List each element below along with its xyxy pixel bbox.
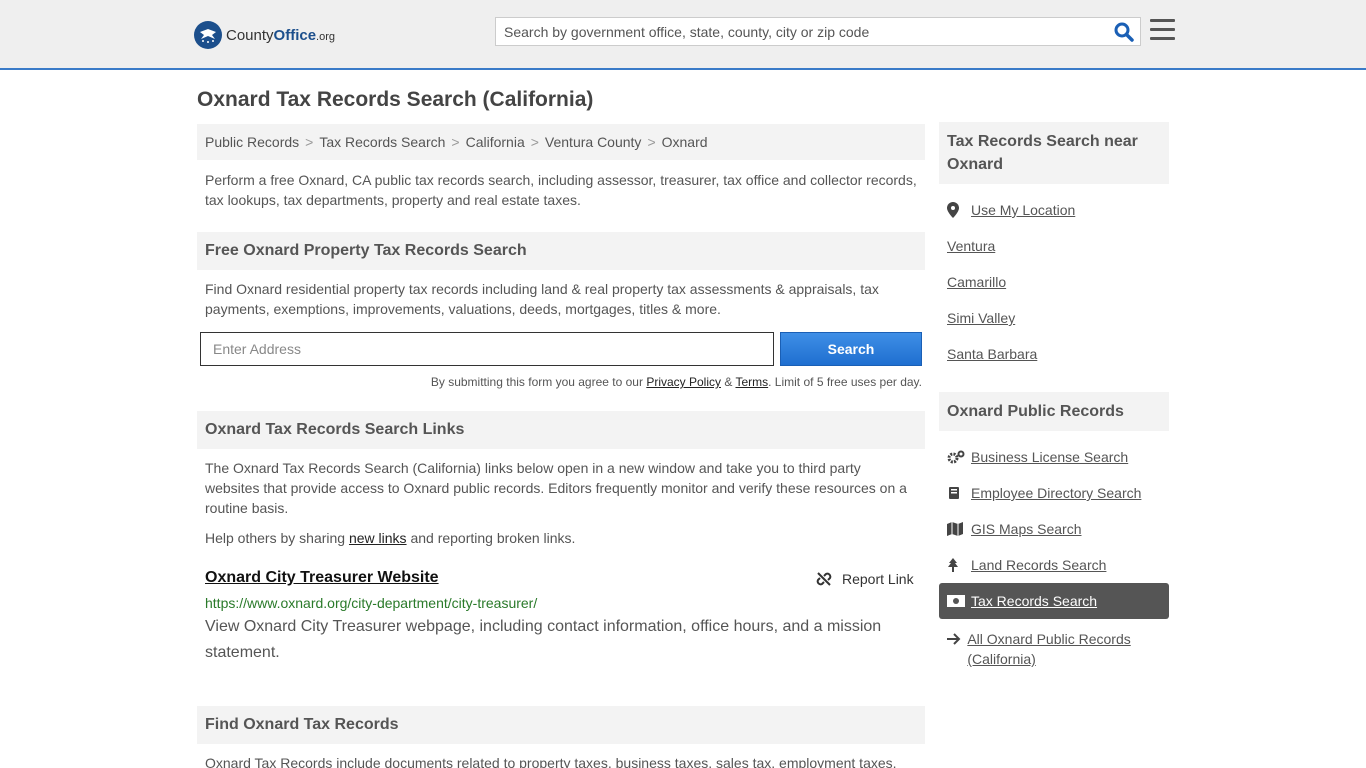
site-logo[interactable]: CountyOffice.org [194,20,335,50]
intro-text: Perform a free Oxnard, CA public tax rec… [205,172,917,208]
privacy-policy-link[interactable]: Privacy Policy [646,375,721,389]
find-section-text: Oxnard Tax Records include documents rel… [205,755,897,768]
breadcrumb-item[interactable]: Oxnard [662,134,708,150]
public-records-heading: Oxnard Public Records [939,392,1169,431]
breadcrumb-item[interactable]: Ventura County [545,134,642,150]
active-sidebar-item: Tax Records Search [939,583,1169,619]
nearby-city-link[interactable]: Simi Valley [947,310,1015,326]
resource-link-description: View Oxnard City Treasurer webpage, incl… [205,618,882,661]
map-icon [947,522,971,536]
site-search-input[interactable] [496,18,1106,45]
employee-directory-link[interactable]: Employee Directory Search [947,485,1141,501]
land-records-link[interactable]: Land Records Search [947,557,1106,573]
broken-link-icon [816,572,832,586]
address-input[interactable] [200,332,774,366]
address-search-button[interactable]: Search [780,332,922,366]
breadcrumb-item[interactable]: Tax Records Search [319,134,445,150]
top-header: CountyOffice.org [0,0,1366,70]
nearby-city-link[interactable]: Camarillo [947,274,1006,290]
terms-link[interactable]: Terms [735,375,768,389]
nearby-city-link[interactable]: Ventura [947,238,995,254]
business-license-link[interactable]: Business License Search [947,449,1128,465]
all-public-records-link[interactable]: All Oxnard Public Records (California) [947,629,1167,669]
logo-eagle-icon [194,21,222,49]
breadcrumb-item[interactable]: California [466,134,525,150]
report-link-button[interactable]: Report Link [816,571,914,587]
breadcrumb-item[interactable]: Public Records [205,134,299,150]
links-section-text: The Oxnard Tax Records Search (Californi… [205,460,907,516]
breadcrumb: Public Records > Tax Records Search > Califo… [197,124,925,160]
map-pin-icon [947,202,971,218]
resource-link-url: https://www.oxnard.org/city-department/c… [205,595,538,611]
money-icon [947,595,971,607]
tax-records-link[interactable]: Tax Records Search [947,593,1097,609]
find-section-heading: Find Oxnard Tax Records [197,706,925,744]
nearby-heading: Tax Records Search near Oxnard [939,122,1169,184]
arrow-right-icon [947,629,967,649]
gis-maps-link[interactable]: GIS Maps Search [947,521,1082,537]
logo-text: CountyOffice.org [226,26,336,44]
site-search [495,17,1141,46]
book-icon [947,486,971,500]
help-text: Help others by sharing new links and rep… [205,530,576,546]
links-section-heading: Oxnard Tax Records Search Links [197,411,925,449]
use-my-location-link[interactable]: Use My Location [947,202,1075,218]
search-icon[interactable] [1114,22,1134,42]
tree-icon [947,558,971,572]
nearby-city-link[interactable]: Santa Barbara [947,346,1037,362]
property-search-heading: Free Oxnard Property Tax Records Search [197,232,925,270]
gears-icon [947,450,971,464]
hamburger-menu-icon[interactable] [1150,19,1175,41]
resource-link-title[interactable]: Oxnard City Treasurer Website [205,569,439,587]
new-links-link[interactable]: new links [349,530,407,546]
form-disclaimer: By submitting this form you agree to our… [430,375,922,389]
page-title: Oxnard Tax Records Search (California) [197,88,594,111]
property-search-text: Find Oxnard residential property tax rec… [205,281,879,317]
